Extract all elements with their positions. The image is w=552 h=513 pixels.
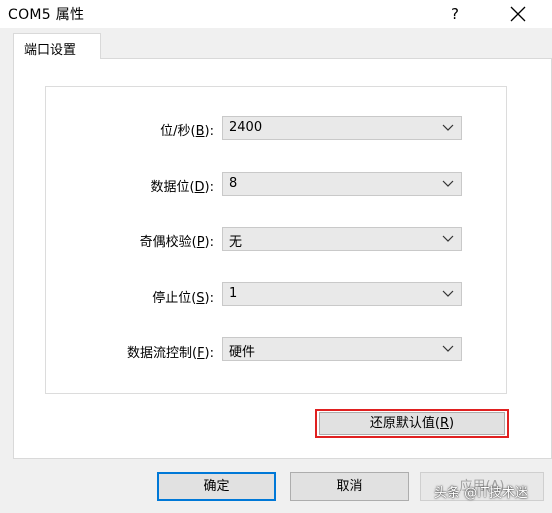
data-bits-label: 数据位(D): [150, 180, 214, 195]
chevron-down-icon [442, 345, 454, 352]
data-bits-select[interactable]: 8 [222, 172, 462, 196]
baud-rate-value: 2400 [229, 120, 263, 135]
flow-control-label: 数据流控制(F): [126, 346, 214, 361]
close-button[interactable] [498, 0, 538, 28]
ok-button[interactable]: 确定 [157, 472, 276, 501]
window-title: COM5 属性 [8, 7, 85, 23]
flow-control-value: 硬件 [229, 345, 256, 360]
close-icon [510, 6, 526, 22]
tab-label: 端口设置 [24, 43, 77, 58]
help-button[interactable]: ? [438, 0, 472, 28]
stop-bits-value: 1 [229, 286, 238, 301]
stop-bits-select[interactable]: 1 [222, 282, 462, 306]
baud-rate-label: 位/秒(B): [160, 124, 214, 139]
flow-control-select[interactable]: 硬件 [222, 337, 462, 361]
watermark: 头条 @IT技术迷 [434, 486, 528, 501]
chevron-down-icon [442, 124, 454, 131]
restore-defaults-button[interactable]: 还原默认值(R) [319, 412, 505, 435]
data-bits-value: 8 [229, 176, 238, 191]
stop-bits-label: 停止位(S): [152, 291, 214, 306]
chevron-down-icon [442, 235, 454, 242]
baud-rate-select[interactable]: 2400 [222, 116, 462, 140]
cancel-button[interactable]: 取消 [290, 472, 409, 501]
tab-port-settings[interactable]: 端口设置 [13, 33, 101, 59]
title-bar: COM5 属性 ? [0, 0, 552, 28]
parity-select[interactable]: 无 [222, 227, 462, 251]
parity-value: 无 [229, 235, 243, 250]
chevron-down-icon [442, 180, 454, 187]
chevron-down-icon [442, 290, 454, 297]
parity-label: 奇偶校验(P): [139, 235, 214, 250]
